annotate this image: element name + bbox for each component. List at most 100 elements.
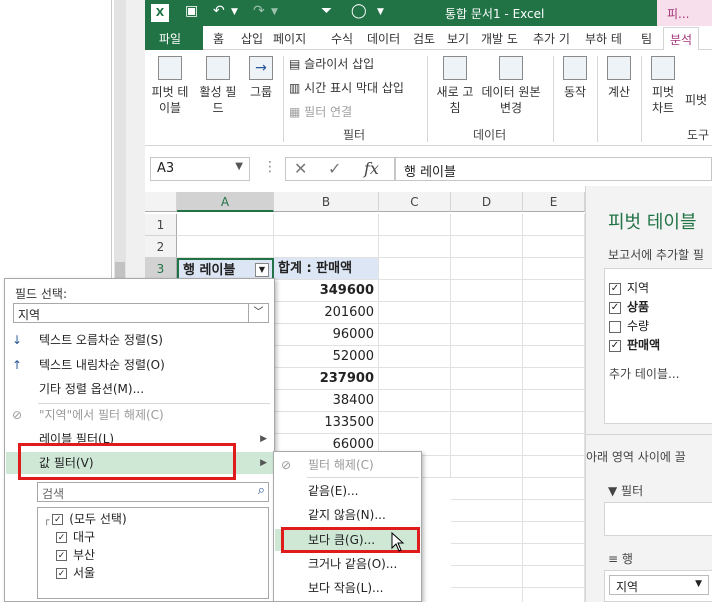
checkbox-checked-icon[interactable]: ✓ bbox=[609, 301, 621, 314]
cell[interactable] bbox=[451, 390, 523, 412]
checkbox-checked-icon[interactable]: ✓ bbox=[56, 550, 67, 561]
value-filter-item[interactable]: 값 필터(V) ▶ bbox=[6, 452, 273, 474]
cell[interactable] bbox=[379, 412, 451, 434]
filter-area[interactable] bbox=[604, 502, 712, 536]
column-header-b[interactable]: B bbox=[274, 192, 379, 212]
cell[interactable] bbox=[523, 258, 585, 280]
checkbox-checked-icon[interactable]: ✓ bbox=[52, 514, 64, 525]
cell[interactable] bbox=[523, 478, 585, 500]
tab-review[interactable]: 검토 bbox=[413, 30, 435, 47]
filter-dropdown-icon[interactable]: ▼ bbox=[255, 263, 269, 277]
cell[interactable] bbox=[523, 390, 585, 412]
value-cell[interactable]: 96000 bbox=[274, 324, 379, 346]
cell[interactable] bbox=[274, 236, 379, 258]
insert-function-icon[interactable]: fx bbox=[364, 159, 379, 178]
redo-icon[interactable]: ↷ bbox=[253, 3, 265, 19]
cell[interactable] bbox=[379, 368, 451, 390]
refresh-button[interactable]: 새로 고 침 bbox=[433, 56, 477, 116]
field-item-sales[interactable]: ✓ 판매액 bbox=[609, 336, 660, 353]
rows-area[interactable]: 지역 ▼ bbox=[604, 570, 712, 602]
clear-value-filter-item[interactable]: ⊘ 필터 해제(C) bbox=[275, 454, 420, 476]
cell[interactable] bbox=[523, 456, 585, 478]
value-cell[interactable]: 349600 bbox=[274, 280, 379, 302]
tab-load-test[interactable]: 부하 테 bbox=[585, 30, 622, 47]
customize-quickaccess-icon[interactable]: ▼ bbox=[377, 7, 384, 17]
undo-icon[interactable]: ↶ bbox=[213, 3, 225, 19]
cell[interactable] bbox=[177, 214, 274, 236]
cell[interactable] bbox=[451, 346, 523, 368]
cell-a3-row-label[interactable]: 행 레이블 ▼ bbox=[177, 258, 274, 280]
value-cell[interactable]: 133500 bbox=[274, 412, 379, 434]
actions-button[interactable]: 동작 bbox=[557, 56, 593, 100]
cell[interactable] bbox=[523, 588, 585, 602]
value-cell[interactable]: 38400 bbox=[274, 390, 379, 412]
cell[interactable] bbox=[523, 566, 585, 588]
list-item[interactable]: ✓ 서울 bbox=[56, 564, 95, 581]
cell[interactable] bbox=[451, 412, 523, 434]
filter-search-input[interactable]: 검색 ⌕ bbox=[37, 482, 269, 502]
tab-addins[interactable]: 추가 기 bbox=[533, 30, 570, 47]
cell[interactable] bbox=[523, 500, 585, 522]
checkbox-unchecked-icon[interactable] bbox=[609, 320, 621, 333]
cell[interactable] bbox=[379, 302, 451, 324]
pivot-tools-context-tab[interactable]: 피... bbox=[657, 0, 712, 26]
cell[interactable] bbox=[523, 412, 585, 434]
more-tables-link[interactable]: 추가 테이블... bbox=[609, 365, 679, 382]
chevron-down-icon[interactable]: ▼ bbox=[235, 161, 243, 172]
cell[interactable] bbox=[523, 544, 585, 566]
save-icon[interactable]: ▣ bbox=[185, 3, 198, 19]
active-field-button[interactable]: 활성 필 드 bbox=[195, 56, 241, 116]
insert-timeline-button[interactable]: ▥ 시간 표시 막대 삽입 bbox=[289, 80, 404, 96]
redo-dropdown-icon[interactable]: ▼ bbox=[271, 7, 278, 17]
cell[interactable] bbox=[451, 500, 523, 522]
select-all-corner[interactable] bbox=[145, 192, 177, 212]
tab-insert[interactable]: 삽입 bbox=[241, 30, 263, 47]
cell[interactable] bbox=[523, 368, 585, 390]
greater-or-equal-item[interactable]: 크거나 같음(O)... bbox=[275, 553, 420, 575]
cell[interactable] bbox=[451, 214, 523, 236]
cell[interactable] bbox=[451, 434, 523, 456]
cell[interactable] bbox=[523, 434, 585, 456]
chevron-down-icon[interactable]: ﹀ bbox=[248, 304, 268, 322]
pivot-chart-button[interactable]: 피벗 차트 bbox=[645, 56, 681, 116]
field-item-region[interactable]: ✓ 지역 bbox=[609, 279, 649, 296]
rows-area-item[interactable]: 지역 ▼ bbox=[609, 575, 709, 595]
row-header-3[interactable]: 3 bbox=[145, 258, 177, 280]
more-sort-options-item[interactable]: 기타 정렬 옵션(M)... bbox=[6, 378, 273, 400]
cell-b3-sum-header[interactable]: 합계 : 판매액 bbox=[274, 258, 379, 280]
label-filter-item[interactable]: 레이블 필터(L) ▶ bbox=[6, 428, 273, 450]
value-cell[interactable]: 237900 bbox=[274, 368, 379, 390]
pivot-button[interactable]: 피벗 bbox=[685, 92, 712, 108]
cell[interactable] bbox=[451, 522, 523, 544]
cell[interactable] bbox=[523, 214, 585, 236]
enter-check-icon[interactable]: ✓ bbox=[328, 159, 341, 178]
field-item-quantity[interactable]: 수량 bbox=[609, 317, 649, 334]
list-item[interactable]: ✓ 부산 bbox=[56, 546, 95, 563]
cell[interactable] bbox=[451, 258, 523, 280]
clear-filter-item[interactable]: ⊘ "지역"에서 필터 해제(C) bbox=[6, 404, 273, 426]
value-cell[interactable]: 52000 bbox=[274, 346, 379, 368]
checkbox-checked-icon[interactable]: ✓ bbox=[609, 339, 621, 352]
cell[interactable] bbox=[523, 280, 585, 302]
cell[interactable] bbox=[379, 236, 451, 258]
filter-connections-button[interactable]: ▦ 필터 연결 bbox=[289, 104, 352, 120]
tab-data[interactable]: 데이터 bbox=[367, 30, 400, 47]
cell[interactable] bbox=[523, 324, 585, 346]
cell[interactable] bbox=[523, 302, 585, 324]
cell[interactable] bbox=[451, 302, 523, 324]
cell[interactable] bbox=[379, 390, 451, 412]
pivot-table-button[interactable]: 피벗 테 이블 bbox=[147, 56, 193, 116]
cell[interactable] bbox=[451, 544, 523, 566]
cell[interactable] bbox=[379, 346, 451, 368]
not-equals-item[interactable]: 같지 않음(N)... bbox=[275, 504, 420, 526]
value-cell[interactable]: 201600 bbox=[274, 302, 379, 324]
cell[interactable] bbox=[451, 566, 523, 588]
calculations-button[interactable]: 계산 bbox=[601, 56, 637, 100]
cell[interactable] bbox=[379, 214, 451, 236]
field-item-product[interactable]: ✓ 상품 bbox=[609, 298, 649, 315]
cell[interactable] bbox=[451, 236, 523, 258]
list-item[interactable]: ✓ 대구 bbox=[56, 528, 95, 545]
tab-page-layout[interactable]: 페이지 bbox=[273, 30, 306, 47]
cell[interactable] bbox=[451, 478, 523, 500]
cell[interactable] bbox=[523, 522, 585, 544]
